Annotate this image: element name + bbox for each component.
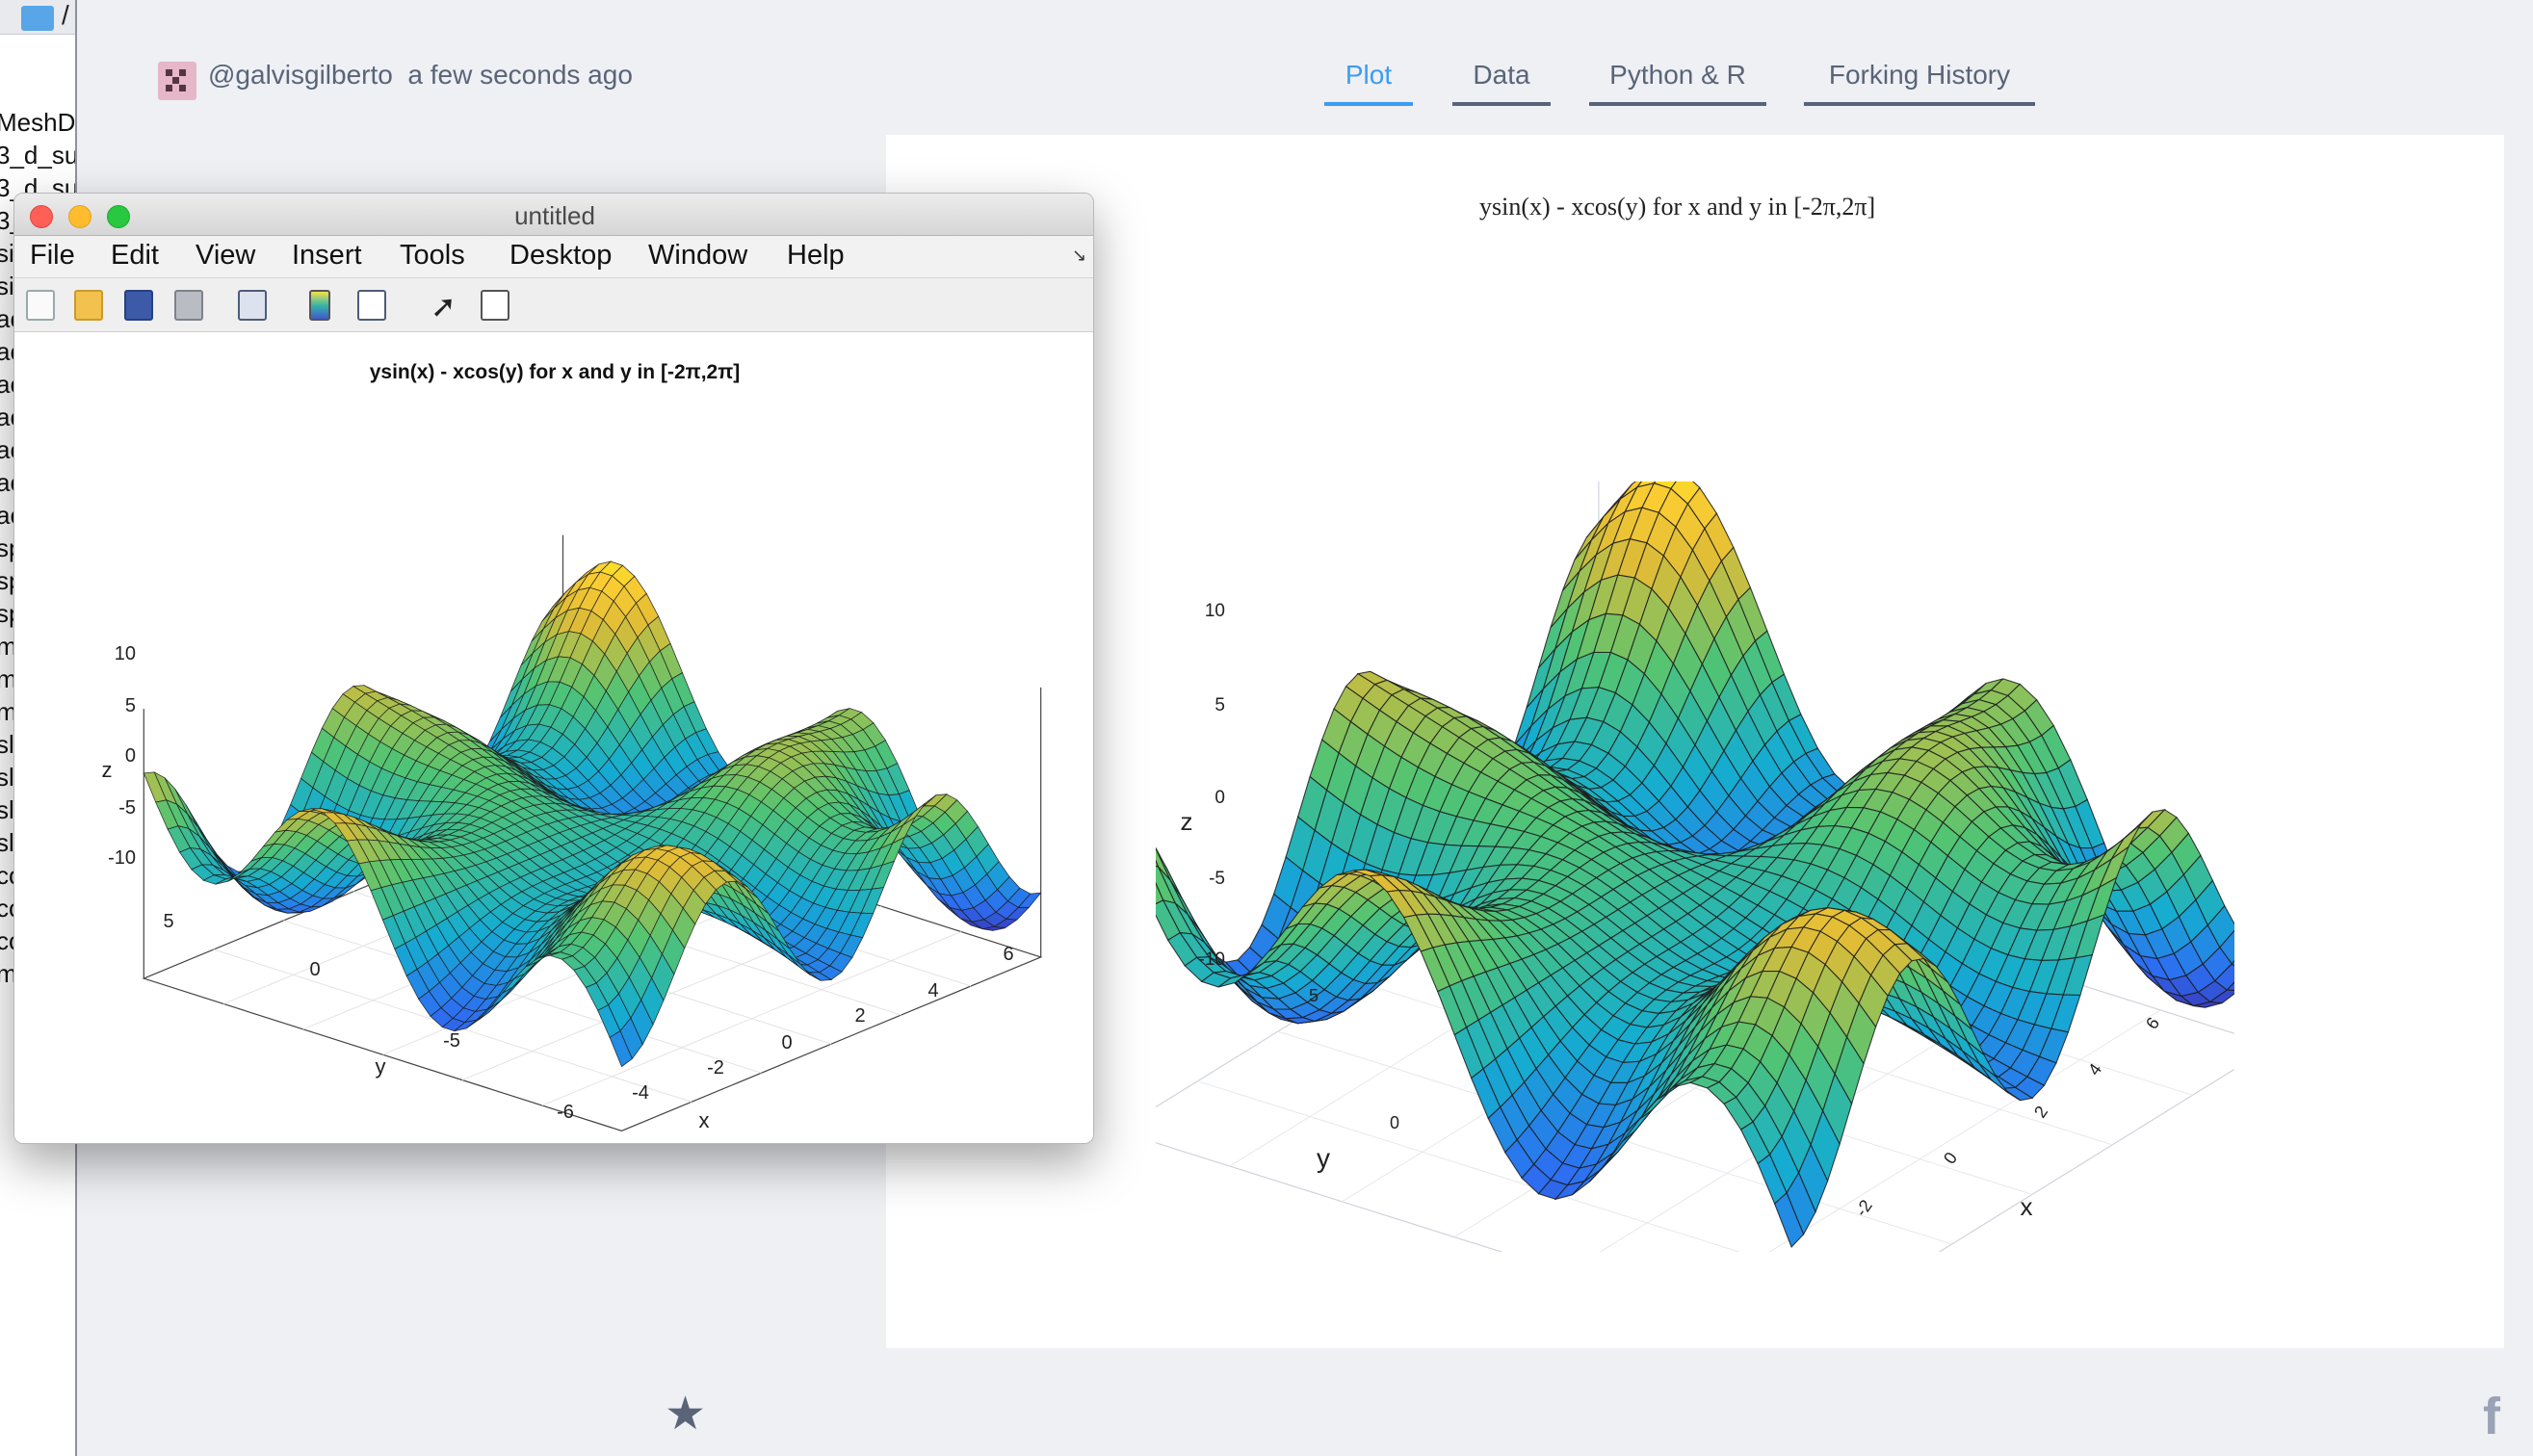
author-avatar[interactable] [158,62,196,100]
matlab-surface-plot[interactable]: 10 5 0 -5 -10 -6 -4 -2 0 2 4 6 5 0 -5 x y z [14,332,1094,1144]
window-titlebar[interactable]: untitled [14,194,1093,236]
star-icon[interactable]: ★ [665,1387,706,1441]
print-icon[interactable] [174,290,203,321]
z-tick-label: 10 [115,643,136,664]
folder-icon [21,6,54,31]
plotly-z-tick-label: -5 [1209,869,1225,889]
y-tick-label: 0 [309,959,320,980]
z-axis-label: z [102,758,113,782]
window-title: untitled [514,201,595,230]
x-tick-label: 0 [781,1032,792,1053]
y-tick-label: 5 [163,911,173,932]
matlab-figure-window: untitled File Edit View Insert Tools Des… [13,193,1094,1144]
dock-arrow-icon[interactable]: ↘ [1072,246,1086,266]
menu-window[interactable]: Window [648,240,747,272]
z-tick-label: 0 [125,745,136,767]
save-icon[interactable] [124,290,153,321]
x-tick-label: -6 [557,1102,574,1123]
y-tick-label: -5 [443,1030,460,1052]
z-tick-label: -5 [118,797,136,819]
plotly-x-tick-label: 0 [1940,1149,1961,1168]
facebook-icon[interactable]: f [2483,1387,2500,1446]
open-file-icon[interactable] [74,290,103,321]
file-list-item[interactable]: sl [0,828,14,858]
property-editor-icon[interactable] [481,290,509,321]
author-line: @galvisgilberto a few seconds ago [208,60,633,91]
z-tick-label: 5 [125,695,136,716]
menu-view[interactable]: View [196,240,255,272]
timestamp: a few seconds ago [407,60,633,90]
colorbar-icon[interactable] [309,290,330,321]
file-list-item[interactable]: MeshDe [0,108,75,138]
menu-tools[interactable]: Tools [400,240,465,272]
figure-canvas[interactable]: ysin(x) - xcos(y) for x and y in [-2π,2π… [14,332,1094,1144]
tab-plot[interactable]: Plot [1324,60,1413,106]
file-list-item[interactable]: sl [0,730,14,760]
plotly-z-tick-label: 5 [1214,695,1225,715]
plotly-y-tick-label: 5 [1309,986,1319,1005]
x-tick-label: -4 [632,1082,649,1104]
file-list-item[interactable]: si [0,239,14,269]
legend-icon[interactable] [357,290,386,321]
menu-edit[interactable]: Edit [111,240,159,272]
plotly-chart-title: ysin(x) - xcos(y) for x and y in [-2π,2π… [1479,193,1876,221]
menu-desktop[interactable]: Desktop [509,240,612,272]
plotly-surface-plot[interactable]: 10 5 0 -5 -10 6 4 2 0 -2 5 0 x y z [1156,481,2234,1252]
x-tick-label: 4 [927,980,938,1001]
file-list-item[interactable]: sl [0,795,14,825]
author-link[interactable]: @galvisgilberto [208,60,393,90]
x-tick-label: -2 [707,1057,724,1079]
tab-python-r[interactable]: Python & R [1589,60,1766,106]
figure-toolbar: ➚ [14,278,1093,332]
file-list-item[interactable]: sl [0,763,14,793]
file-list-item[interactable]: si [0,272,14,301]
plotly-y-tick-label: 0 [1390,1113,1399,1132]
link-icon[interactable] [238,290,267,321]
plotly-z-tick-label: 0 [1214,788,1225,808]
path-separator: / [62,0,69,30]
plotly-z-axis-label: z [1181,807,1193,836]
menu-insert[interactable]: Insert [292,240,362,272]
plotly-x-tick-label: 6 [2142,1014,2163,1033]
plotly-x-tick-label: -2 [1851,1196,1876,1220]
file-list-item[interactable]: 3_d_su [0,141,75,170]
plotly-x-tick-label: 2 [2030,1103,2051,1122]
plotly-z-tick-label: 10 [1205,601,1225,621]
menu-help[interactable]: Help [787,240,845,272]
x-tick-label: 2 [854,1005,865,1027]
pointer-icon[interactable]: ➚ [431,288,457,325]
z-tick-label: -10 [108,847,136,869]
plotly-x-tick-label: 4 [2084,1060,2105,1079]
new-figure-icon[interactable] [26,290,55,321]
x-axis-label: x [699,1108,710,1132]
menu-file[interactable]: File [30,240,75,272]
plotly-y-axis-label: y [1317,1143,1330,1173]
x-tick-label: 6 [1003,944,1013,965]
tab-data[interactable]: Data [1452,60,1551,106]
plotly-x-axis-label: x [2021,1192,2033,1221]
y-axis-label: y [376,1054,386,1079]
path-bar[interactable]: / [0,0,75,35]
menu-bar: File Edit View Insert Tools Desktop Wind… [14,236,1093,278]
tab-forking-history[interactable]: Forking History [1804,60,2035,106]
plotly-z-tick-label: -10 [1199,949,1225,970]
